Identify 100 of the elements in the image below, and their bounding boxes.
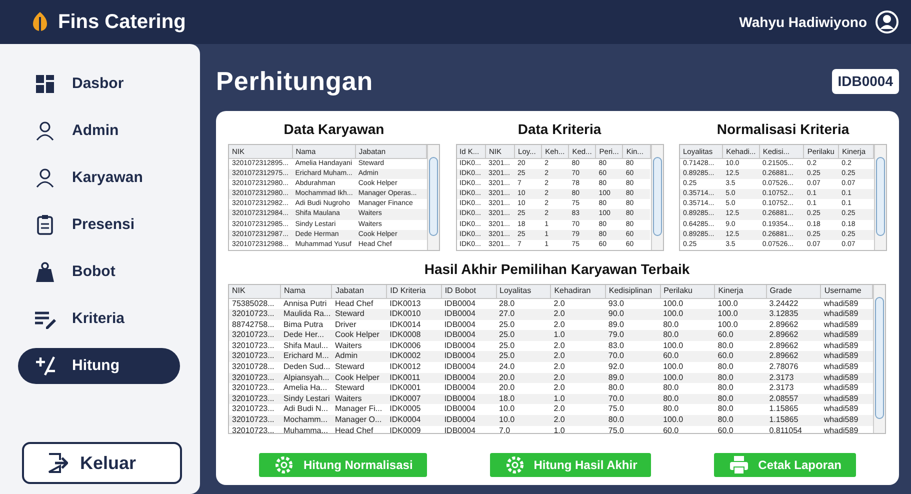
table-cell: whadi589	[820, 404, 872, 416]
column-header: Username	[820, 285, 872, 298]
table-cell: IDK0012	[386, 362, 442, 373]
table-cell: 25.0	[496, 340, 551, 352]
table-cell: IDB0004	[441, 330, 496, 341]
table-cell: 32010723...	[229, 372, 280, 384]
table-cell: 2.0	[550, 404, 606, 416]
table-cell: IDK0004	[386, 415, 442, 426]
table-cell: 2.89662	[766, 351, 821, 362]
scrollbar[interactable]	[427, 145, 439, 250]
table-cell: 20.0	[496, 372, 551, 384]
column-header: NIK	[229, 285, 280, 298]
table-cell: 32010723...	[229, 330, 280, 341]
table-cell: IDB0004	[441, 351, 496, 362]
table-cell: Cook Helper	[332, 330, 387, 341]
table-cell: 2.0	[550, 362, 606, 373]
gear-icon	[273, 454, 296, 476]
column-header: Grade	[766, 285, 821, 298]
table-cell: Steward	[332, 383, 387, 394]
sidebar-item[interactable]: Presensi	[18, 207, 180, 243]
table-cell: 2.89662	[766, 320, 821, 330]
table-cell: 2.89662	[766, 340, 821, 352]
table-cell: 93.0	[605, 298, 660, 310]
table-cell: Annisa Putri	[280, 298, 332, 310]
table-cell: 80.0	[605, 415, 660, 426]
table-cell: IDB0004	[441, 426, 496, 433]
table-cell: whadi589	[820, 330, 872, 341]
table-cell: 100.0	[714, 320, 766, 330]
table-cell: 32010723...	[229, 415, 280, 426]
printer-icon	[728, 454, 750, 476]
scrollbar[interactable]	[874, 145, 886, 250]
table-cell: 2.78076	[766, 362, 821, 373]
sidebar-item[interactable]: Kriteria	[18, 301, 180, 337]
table-cell: Shifa Maul...	[280, 340, 332, 352]
table-cell: 60.0	[714, 426, 766, 433]
table-title: Normalisasi Kriteria	[716, 120, 850, 139]
table-cell: IDB0004	[441, 404, 496, 416]
table-cell: 25.0	[496, 351, 551, 362]
sidebar-item[interactable]: Karyawan	[18, 160, 180, 196]
table-cell: whadi589	[820, 372, 872, 384]
table-cell: whadi589	[820, 394, 872, 404]
sidebar-item[interactable]: Dasbor	[18, 66, 180, 102]
table-cell: 89.0	[605, 372, 660, 384]
table-cell: IDK0011	[386, 372, 442, 384]
table-title: Data Karyawan	[282, 120, 386, 139]
column-header: Perilaku	[660, 285, 715, 298]
table-cell: IDB0004	[441, 415, 496, 426]
table-cell: IDK0005	[386, 404, 442, 416]
table-cell: 60.0	[714, 330, 766, 341]
column-header: ID Bobot	[441, 285, 496, 298]
table-cell: IDB0004	[441, 309, 496, 320]
table-cell: 80.0	[714, 404, 766, 416]
sidebar-item[interactable]: Hitung	[18, 348, 180, 384]
table-cell: Bima Putra	[280, 320, 332, 330]
table-cell: 2.0	[550, 415, 606, 426]
scrollbar[interactable]	[650, 145, 662, 250]
table-cell: 89.0	[605, 320, 660, 330]
page-title: Perhitungan	[216, 65, 374, 98]
logout-button[interactable]: Keluar	[22, 442, 182, 484]
table-cell: 18.0	[496, 394, 551, 404]
table-cell: whadi589	[820, 309, 872, 320]
table-cell: IDB0004	[441, 298, 496, 310]
table-cell: 70.0	[605, 394, 660, 404]
table-cell: whadi589	[820, 320, 872, 330]
table-cell: 75385028...	[229, 298, 280, 310]
table-cell: 32010723...	[229, 404, 280, 416]
table-cell: 80.0	[714, 383, 766, 394]
table-cell: whadi589	[820, 383, 872, 394]
sidebar-item[interactable]: Bobot	[18, 254, 180, 290]
table-cell: 10.0	[496, 415, 551, 426]
table-cell: IDK0009	[386, 426, 442, 433]
table-cell: 32010723...	[229, 351, 280, 362]
sidebar-item[interactable]: Admin	[18, 113, 180, 149]
column-header: Loyalitas	[496, 285, 551, 298]
table-cell: 80.0	[714, 372, 766, 384]
user-avatar-icon[interactable]	[875, 10, 899, 34]
table-cell: 80.0	[714, 394, 766, 404]
table-cell: 27.0	[496, 309, 551, 320]
table-cell: whadi589	[820, 340, 872, 352]
table-cell: Waiters	[332, 340, 387, 352]
table-cell: IDB0004	[441, 340, 496, 352]
table-cell: Mochamm...	[280, 415, 332, 426]
table-cell: 3.12835	[766, 309, 821, 320]
table-cell: IDB0004	[441, 320, 496, 330]
table-cell: IDB0004	[441, 383, 496, 394]
table-cell: Cook Helper	[332, 372, 387, 384]
app-title: Fins Catering	[58, 10, 186, 35]
table-cell: 100.0	[660, 415, 715, 426]
table-cell: IDK0008	[386, 330, 442, 341]
table-cell: Steward	[332, 309, 387, 320]
table-cell: 2.0	[550, 383, 606, 394]
table-cell: 80.0	[660, 394, 715, 404]
scrollbar[interactable]	[873, 285, 885, 433]
table-cell: 75.0	[605, 404, 660, 416]
table-cell: 79.0	[605, 330, 660, 341]
table-cell: 100.0	[660, 298, 715, 310]
table-cell: Deden Sud...	[280, 362, 332, 373]
table-cell: Driver	[332, 320, 387, 330]
table-cell: 80.0	[660, 330, 715, 341]
table-cell: 0.811054	[766, 426, 821, 433]
